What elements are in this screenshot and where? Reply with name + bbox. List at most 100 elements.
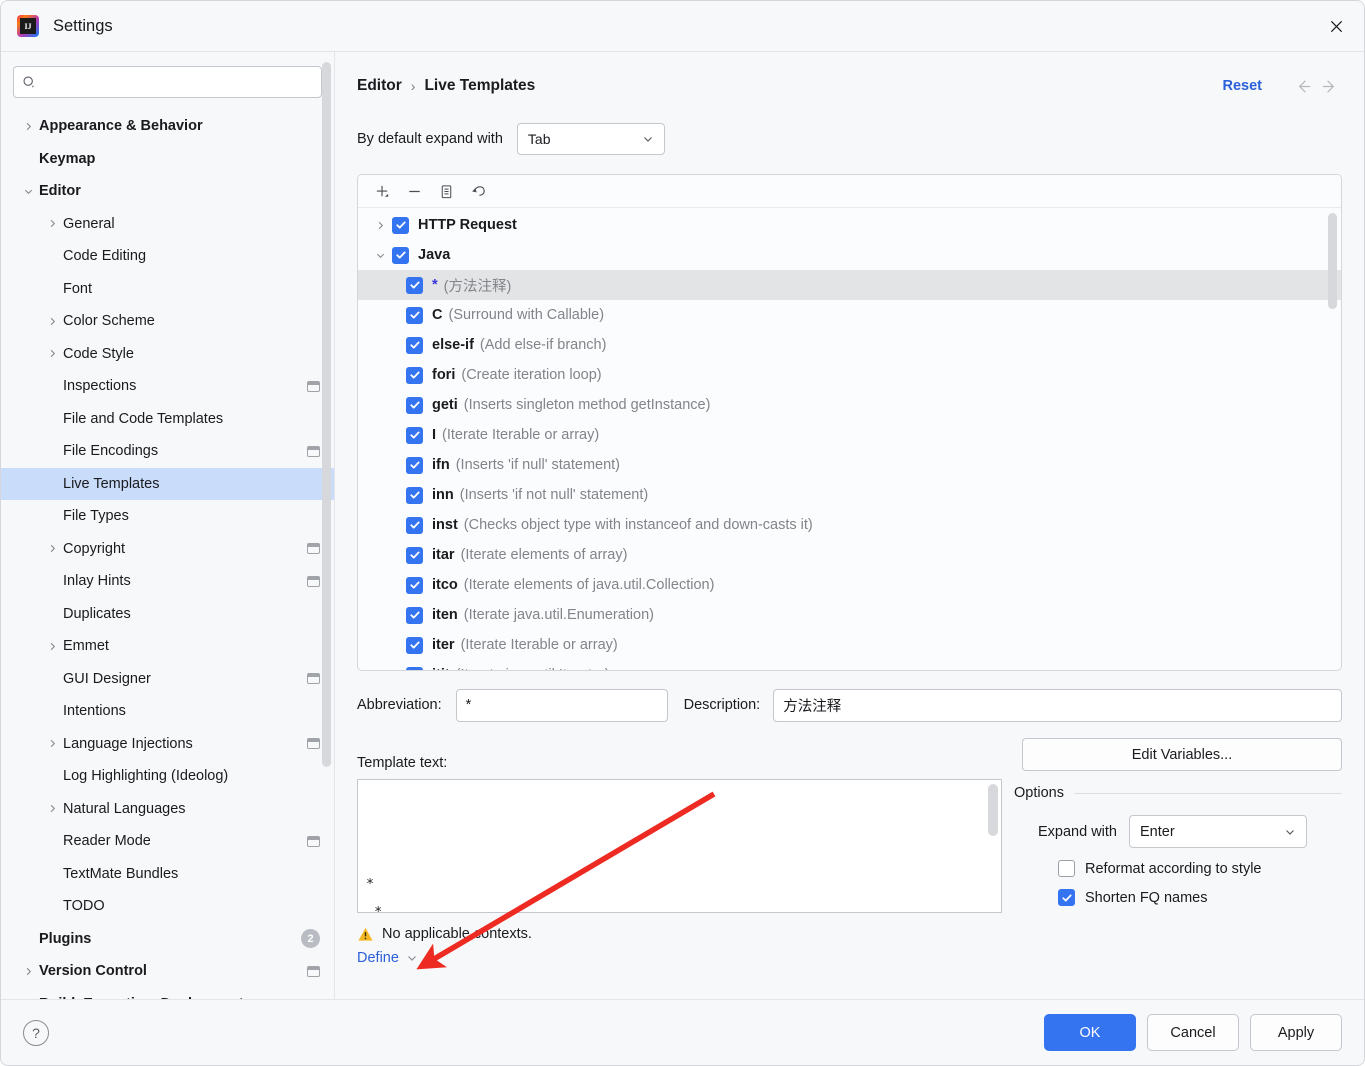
template-checkbox[interactable]	[406, 336, 423, 354]
template-checkbox[interactable]	[406, 306, 423, 324]
plus-with-dropdown-icon[interactable]	[368, 178, 396, 204]
template-editor-scrollbar[interactable]	[988, 784, 998, 836]
template-checkbox[interactable]	[406, 276, 423, 294]
sidebar-item-inlay-hints[interactable]: Inlay Hints	[1, 565, 334, 598]
template-group-row[interactable]: Java	[358, 240, 1341, 270]
templates-list[interactable]: HTTP Request Java * (方法注释) C (Surround with C…	[358, 208, 1341, 670]
chevron-right-icon[interactable]	[368, 220, 392, 231]
sidebar-item-file-encodings[interactable]: File Encodings	[1, 435, 334, 468]
default-expand-select[interactable]: Tab	[516, 123, 665, 155]
template-checkbox[interactable]	[406, 606, 423, 624]
close-icon[interactable]	[1308, 1, 1364, 51]
sidebar-item-font[interactable]: Font	[1, 273, 334, 306]
shorten-fq-checkbox[interactable]	[1058, 889, 1075, 906]
chevron-right-icon[interactable]	[17, 966, 39, 977]
sidebar-item-version-control[interactable]: Version Control	[1, 955, 334, 988]
template-checkbox[interactable]	[406, 396, 423, 414]
description-input[interactable]	[773, 688, 1342, 722]
template-checkbox[interactable]	[406, 666, 423, 670]
template-row[interactable]: itit (Iterate java.util.Iterator)	[358, 660, 1341, 670]
template-checkbox[interactable]	[392, 216, 409, 234]
template-checkbox[interactable]	[406, 456, 423, 474]
chevron-down-icon[interactable]	[17, 186, 39, 197]
sidebar-item-inspections[interactable]: Inspections	[1, 370, 334, 403]
sidebar-item-general[interactable]: General	[1, 208, 334, 241]
template-row[interactable]: C (Surround with Callable)	[358, 300, 1341, 330]
template-checkbox[interactable]	[406, 366, 423, 384]
chevron-right-icon[interactable]	[41, 218, 63, 229]
sidebar-item-textmate-bundles[interactable]: TextMate Bundles	[1, 858, 334, 891]
template-row[interactable]: inst (Checks object type with instanceof …	[358, 510, 1341, 540]
chevron-right-icon[interactable]	[41, 738, 63, 749]
sidebar-item-editor[interactable]: Editor	[1, 175, 334, 208]
template-row[interactable]: iten (Iterate java.util.Enumeration)	[358, 600, 1341, 630]
edit-variables-button[interactable]: Edit Variables...	[1022, 738, 1342, 771]
template-row[interactable]: itar (Iterate elements of array)	[358, 540, 1341, 570]
sidebar-item-keymap[interactable]: Keymap	[1, 143, 334, 176]
settings-tree[interactable]: Appearance & Behavior Keymap Editor General…	[1, 108, 334, 999]
reformat-checkbox[interactable]	[1058, 860, 1075, 877]
sidebar-item-emmet[interactable]: Emmet	[1, 630, 334, 663]
question-mark-icon[interactable]: ?	[23, 1019, 49, 1046]
minus-icon[interactable]	[400, 178, 428, 204]
template-checkbox[interactable]	[406, 516, 423, 534]
chevron-right-icon[interactable]	[41, 641, 63, 652]
template-checkbox[interactable]	[406, 636, 423, 654]
template-row[interactable]: inn (Inserts 'if not null' statement)	[358, 480, 1341, 510]
ok-button[interactable]: OK	[1044, 1014, 1136, 1051]
sidebar-item-file-and-code-templates[interactable]: File and Code Templates	[1, 403, 334, 436]
sidebar-item-appearance-behavior[interactable]: Appearance & Behavior	[1, 110, 334, 143]
template-row[interactable]: * (方法注释)	[358, 270, 1341, 300]
sidebar-item-gui-designer[interactable]: GUI Designer	[1, 663, 334, 696]
template-row[interactable]: ifn (Inserts 'if null' statement)	[358, 450, 1341, 480]
chevron-right-icon[interactable]	[41, 316, 63, 327]
template-checkbox[interactable]	[406, 486, 423, 504]
sidebar-item-code-style[interactable]: Code Style	[1, 338, 334, 371]
sidebar-item-todo[interactable]: TODO	[1, 890, 334, 923]
sidebar-item-reader-mode[interactable]: Reader Mode	[1, 825, 334, 858]
chevron-right-icon[interactable]	[41, 543, 63, 554]
sidebar-item-live-templates[interactable]: Live Templates	[1, 467, 334, 500]
sidebar-scrollbar[interactable]	[322, 62, 331, 767]
sidebar-item-language-injections[interactable]: Language Injections	[1, 728, 334, 761]
sidebar-item-intentions[interactable]: Intentions	[1, 695, 334, 728]
template-text-editor[interactable]: * * * $param$ * @author 作者 * @date $date…	[357, 779, 1002, 913]
sidebar-item-plugins[interactable]: Plugins 2	[1, 923, 334, 956]
search-box[interactable]	[13, 66, 322, 98]
define-row[interactable]: Define	[357, 950, 1002, 966]
sidebar-item-duplicates[interactable]: Duplicates	[1, 598, 334, 631]
chevron-right-icon[interactable]	[17, 998, 39, 999]
chevron-down-icon[interactable]	[368, 250, 392, 261]
reset-link[interactable]: Reset	[1223, 78, 1263, 94]
arrow-right-icon[interactable]	[1316, 73, 1342, 99]
template-checkbox[interactable]	[406, 426, 423, 444]
reformat-checkbox-row[interactable]: Reformat according to style	[1014, 860, 1342, 877]
define-link[interactable]: Define	[357, 950, 399, 966]
templates-scrollbar[interactable]	[1328, 213, 1337, 309]
breadcrumb-editor[interactable]: Editor	[357, 77, 402, 95]
template-row[interactable]: fori (Create iteration loop)	[358, 360, 1341, 390]
template-row[interactable]: geti (Inserts singleton method getInstanc…	[358, 390, 1341, 420]
expand-with-select[interactable]: Enter	[1129, 815, 1307, 848]
template-row[interactable]: I (Iterate Iterable or array)	[358, 420, 1341, 450]
sidebar-item-log-highlighting-ideolog[interactable]: Log Highlighting (Ideolog)	[1, 760, 334, 793]
chevron-right-icon[interactable]	[41, 348, 63, 359]
copy-icon[interactable]	[432, 178, 460, 204]
sidebar-item-file-types[interactable]: File Types	[1, 500, 334, 533]
template-checkbox[interactable]	[406, 576, 423, 594]
undo-arrow-icon[interactable]	[464, 178, 492, 204]
abbreviation-input[interactable]	[455, 688, 668, 722]
sidebar-item-natural-languages[interactable]: Natural Languages	[1, 793, 334, 826]
template-row[interactable]: iter (Iterate Iterable or array)	[358, 630, 1341, 660]
template-row[interactable]: else-if (Add else-if branch)	[358, 330, 1341, 360]
shorten-fq-checkbox-row[interactable]: Shorten FQ names	[1014, 889, 1342, 906]
template-checkbox[interactable]	[392, 246, 409, 264]
sidebar-item-copyright[interactable]: Copyright	[1, 533, 334, 566]
sidebar-item-code-editing[interactable]: Code Editing	[1, 240, 334, 273]
template-group-row[interactable]: HTTP Request	[358, 210, 1341, 240]
search-input[interactable]	[43, 73, 313, 91]
sidebar-item-build-execution-deployment[interactable]: Build, Execution, Deployment	[1, 988, 334, 999]
arrow-left-icon[interactable]	[1290, 73, 1316, 99]
template-row[interactable]: itco (Iterate elements of java.util.Colle…	[358, 570, 1341, 600]
apply-button[interactable]: Apply	[1250, 1014, 1342, 1051]
